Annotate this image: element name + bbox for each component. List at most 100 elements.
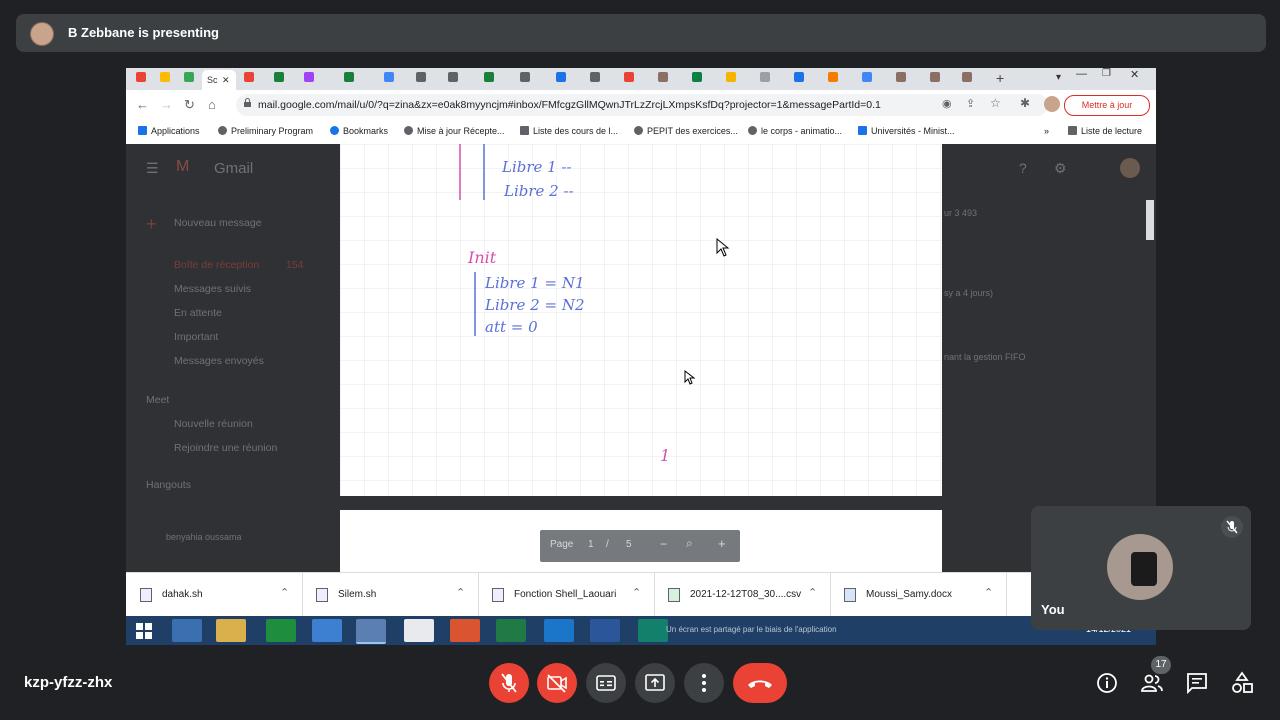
nav-inbox[interactable]: Boîte de réception (174, 259, 259, 271)
browser-tab[interactable] (760, 71, 778, 87)
profile-avatar[interactable] (1044, 96, 1060, 112)
chrome-app-icon[interactable] (356, 619, 386, 644)
settings-gear-icon[interactable]: ⚙ (1054, 160, 1067, 177)
camera-off-button[interactable] (537, 663, 577, 703)
meet-join[interactable]: Rejoindre une réunion (174, 442, 277, 454)
browser-tab[interactable] (962, 71, 980, 87)
browser-tab[interactable] (556, 71, 574, 87)
browser-tab[interactable] (184, 71, 202, 87)
help-icon[interactable]: ? (1019, 160, 1027, 176)
download-item[interactable]: Fonction Shell_Laouari ⌃ (478, 573, 655, 617)
ccleaner-app-icon[interactable] (450, 619, 480, 642)
nav-important[interactable]: Important (174, 331, 218, 343)
bookmark-star-icon[interactable]: ☆ (990, 96, 1001, 110)
menu-icon[interactable]: ☰ (146, 160, 159, 177)
file-explorer-icon[interactable] (216, 619, 246, 642)
browser-tab[interactable] (794, 71, 812, 87)
more-options-button[interactable] (684, 663, 724, 703)
bookmark-item[interactable]: Applications (138, 126, 200, 136)
hangouts-contact[interactable]: benyahia oussama (166, 532, 242, 542)
word-app-icon[interactable] (590, 619, 620, 642)
browser-tab[interactable] (896, 71, 914, 87)
leave-call-button[interactable] (733, 663, 787, 703)
browser-tab[interactable] (692, 71, 710, 87)
browser-tab[interactable] (590, 71, 608, 87)
bookmark-item[interactable]: Liste des cours de l... (520, 126, 618, 136)
bookmark-item[interactable]: le corps - animatio... (748, 126, 842, 136)
share-icon[interactable]: ⇪ (966, 97, 975, 110)
meet-new[interactable]: Nouvelle réunion (174, 418, 253, 430)
eye-icon[interactable]: ◉ (942, 97, 952, 110)
captions-button[interactable] (586, 663, 626, 703)
browser-tab[interactable] (136, 71, 154, 87)
zoom-icon[interactable]: ⌕ (686, 536, 693, 551)
browser-tab[interactable] (160, 71, 178, 87)
download-item[interactable]: 2021-12-12T08_30....csv ⌃ (654, 573, 831, 617)
present-screen-button[interactable] (635, 663, 675, 703)
chevron-up-icon[interactable]: ⌃ (984, 586, 993, 599)
store-app-icon[interactable] (266, 619, 296, 642)
browser-tab[interactable] (274, 71, 292, 87)
chevron-up-icon[interactable]: ⌃ (456, 586, 465, 599)
browser-tab[interactable] (862, 71, 880, 87)
tab-search-icon[interactable]: ▾ (1056, 72, 1061, 83)
nav-sent[interactable]: Messages envoyés (174, 355, 264, 367)
minimize-icon[interactable]: — (1076, 68, 1087, 80)
browser-tab[interactable] (244, 71, 262, 87)
shield-app-icon[interactable] (638, 619, 668, 642)
activities-icon[interactable] (1230, 671, 1254, 695)
download-item[interactable]: Moussi_Samy.docx ⌃ (830, 573, 1007, 617)
chat-icon[interactable] (1185, 671, 1209, 695)
more-bookmarks-icon[interactable]: » (1044, 126, 1049, 136)
maximize-icon[interactable]: ❐ (1102, 68, 1111, 79)
page-current[interactable]: 1 (588, 539, 594, 550)
nav-starred[interactable]: Messages suivis (174, 283, 251, 295)
chevron-up-icon[interactable]: ⌃ (808, 586, 817, 599)
home-icon[interactable]: ⌂ (208, 97, 216, 112)
browser-tab[interactable] (484, 71, 502, 87)
close-tab-icon[interactable]: ✕ (222, 75, 230, 86)
bookmark-item[interactable]: Bookmarks (330, 126, 388, 136)
reload-icon[interactable]: ↻ (184, 97, 195, 113)
bookmark-item[interactable]: Preliminary Program (218, 126, 313, 136)
update-button[interactable]: Mettre à jour (1064, 95, 1150, 116)
browser-tab[interactable] (828, 71, 846, 87)
rocket-app-icon[interactable] (312, 619, 342, 642)
self-view-tile[interactable]: You (1031, 506, 1251, 630)
zoom-out-button[interactable]: − (660, 537, 667, 551)
people-icon[interactable] (1140, 671, 1164, 695)
browser-tab[interactable] (448, 71, 466, 87)
bookmark-item[interactable]: Universités - Minist... (858, 126, 955, 136)
browser-tab[interactable] (416, 71, 434, 87)
new-tab-icon[interactable]: + (996, 70, 1004, 86)
compose-button[interactable]: Nouveau message (174, 217, 262, 229)
browser-tab[interactable] (520, 71, 538, 87)
bookmark-item[interactable]: Mise à jour Récepte... (404, 126, 505, 136)
edge-app-icon[interactable] (544, 619, 574, 642)
browser-tab[interactable] (726, 71, 744, 87)
browser-tab[interactable] (658, 71, 676, 87)
browser-tab[interactable] (384, 71, 402, 87)
back-icon[interactable]: ← (136, 97, 149, 112)
chevron-up-icon[interactable]: ⌃ (280, 586, 289, 599)
excel-app-icon[interactable] (496, 619, 526, 642)
browser-tab[interactable] (930, 71, 948, 87)
zoom-in-button[interactable]: + (718, 536, 726, 551)
forward-icon[interactable]: → (160, 97, 173, 112)
scrollbar[interactable] (1146, 200, 1154, 240)
ie-app-icon[interactable] (172, 619, 202, 642)
account-avatar[interactable] (1120, 158, 1140, 178)
chevron-up-icon[interactable]: ⌃ (632, 586, 641, 599)
window-close-icon[interactable]: ✕ (1130, 68, 1139, 81)
document-app-icon[interactable] (404, 619, 434, 642)
bookmark-item[interactable]: PEPIT des exercices... (634, 126, 738, 136)
browser-tab[interactable] (304, 71, 322, 87)
extensions-icon[interactable]: ✱ (1020, 96, 1030, 110)
reading-list[interactable]: Liste de lecture (1068, 126, 1142, 136)
download-item[interactable]: Silem.sh ⌃ (302, 573, 479, 617)
browser-tab[interactable] (624, 71, 642, 87)
address-bar[interactable]: mail.google.com/mail/u/0/?q=zina&zx=e0ak… (236, 94, 1048, 116)
mic-off-button[interactable] (489, 663, 529, 703)
browser-tab[interactable] (344, 71, 362, 87)
download-item[interactable]: dahak.sh ⌃ (126, 573, 303, 617)
